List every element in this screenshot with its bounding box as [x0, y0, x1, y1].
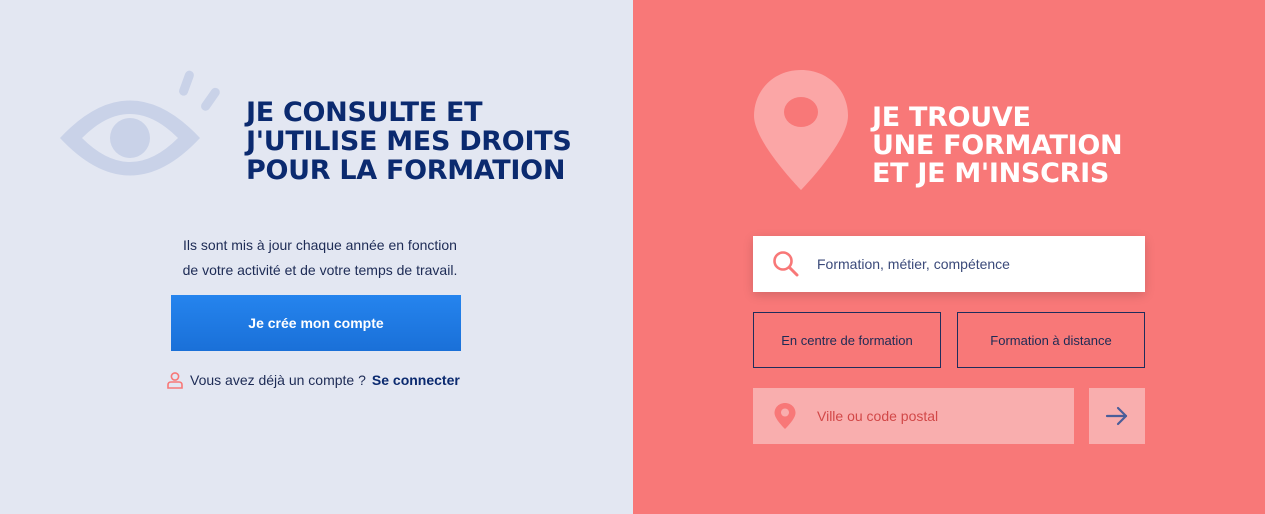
- city-search-box: [753, 388, 1074, 444]
- left-title-line-1: JE CONSULTE ET: [246, 97, 483, 128]
- training-search-box: [753, 236, 1145, 292]
- rights-description-line-1: Ils sont mis à jour chaque année en fonc…: [183, 237, 457, 253]
- rights-description-line-2: de votre activité et de votre temps de t…: [182, 262, 458, 278]
- city-input[interactable]: [817, 388, 1074, 444]
- distance-training-button[interactable]: Formation à distance: [957, 312, 1145, 368]
- right-title-line-1: JE TROUVE: [872, 102, 1031, 133]
- location-icon: [774, 403, 796, 429]
- right-title: JE TROUVE UNE FORMATION ET JE M'INSCRIS: [872, 104, 1172, 188]
- map-pin-icon: [754, 70, 848, 190]
- left-title: JE CONSULTE ET J'UTILISE MES DROITS POUR…: [246, 98, 606, 185]
- eye-icon: [60, 70, 220, 176]
- create-account-button[interactable]: Je crée mon compte: [171, 295, 461, 351]
- search-submit-button[interactable]: [1089, 388, 1145, 444]
- login-prompt: Vous avez déjà un compte ?: [190, 372, 366, 388]
- login-line: Vous avez déjà un compte ? Se connecter: [166, 369, 460, 391]
- left-panel: JE CONSULTE ET J'UTILISE MES DROITS POUR…: [0, 0, 633, 514]
- arrow-right-icon: [1105, 406, 1128, 426]
- search-icon: [773, 251, 799, 277]
- left-title-line-3: POUR LA FORMATION: [246, 155, 566, 186]
- in-center-training-button[interactable]: En centre de formation: [753, 312, 941, 368]
- left-title-line-2: J'UTILISE MES DROITS: [246, 126, 572, 157]
- right-title-line-2: UNE FORMATION: [872, 130, 1123, 161]
- rights-description: Ils sont mis à jour chaque année en fonc…: [120, 233, 520, 283]
- login-link[interactable]: Se connecter: [372, 372, 460, 388]
- user-icon: [167, 372, 183, 389]
- right-title-line-3: ET JE M'INSCRIS: [872, 158, 1109, 189]
- training-search-input[interactable]: [817, 236, 1145, 292]
